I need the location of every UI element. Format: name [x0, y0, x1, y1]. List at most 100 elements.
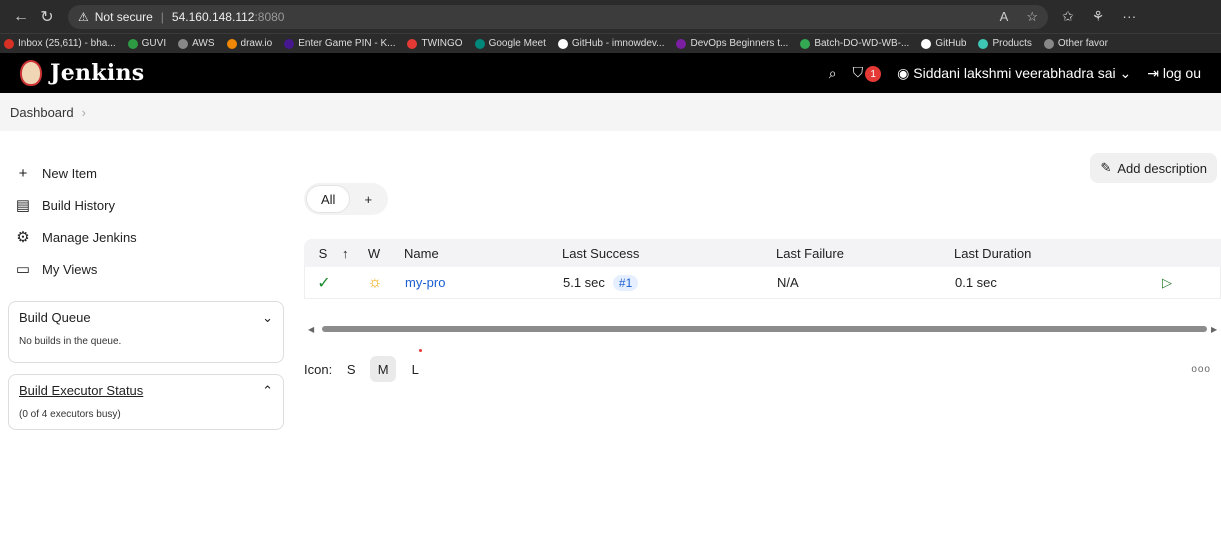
- logout-link[interactable]: ⇥ log ou: [1147, 65, 1201, 82]
- executor-panel: Build Executor Status ⌃ (0 of 4 executor…: [8, 374, 284, 430]
- security-alert[interactable]: ⛉ 1: [853, 64, 882, 83]
- app-title: Jenkins: [50, 60, 145, 86]
- icon-size-s[interactable]: S: [338, 356, 364, 382]
- build-queue-header[interactable]: Build Queue ⌄: [19, 310, 273, 326]
- col-status[interactable]: S: [304, 246, 342, 261]
- col-last-failure[interactable]: Last Failure: [776, 246, 954, 261]
- bookmark-item[interactable]: AWS: [178, 38, 215, 49]
- bookmark-item[interactable]: GitHub: [921, 38, 966, 49]
- scrollbar-thumb[interactable]: [322, 326, 1207, 332]
- jenkins-logo[interactable]: Jenkins: [20, 60, 144, 86]
- chevron-right-icon[interactable]: ›: [82, 105, 86, 120]
- bookmark-favicon-icon: [557, 38, 568, 49]
- chevron-down-icon: ⌄: [1119, 64, 1132, 81]
- view-tabs: All +: [304, 183, 389, 215]
- side-menu: + New Item ▤ Build History ⚙ Manage Jenkins ▭ M…: [12, 157, 272, 285]
- scroll-right-icon[interactable]: ▶: [1211, 325, 1221, 334]
- search-icon[interactable]: ⌕: [829, 65, 837, 82]
- horizontal-scrollbar[interactable]: ◀ ▶: [308, 325, 1221, 334]
- icon-size-m[interactable]: M: [370, 356, 397, 382]
- more-options-icon[interactable]: ooo: [1191, 364, 1211, 375]
- last-success-cell: 5.1 sec #1: [563, 275, 777, 291]
- job-name-cell: my-pro: [397, 275, 563, 290]
- plus-icon: +: [18, 164, 28, 182]
- last-duration-cell: 0.1 sec: [955, 275, 997, 290]
- sidebar-item-label: My Views: [42, 261, 98, 277]
- bookmark-item[interactable]: GUVI: [127, 38, 166, 49]
- bookmark-favicon-icon: [1043, 38, 1054, 49]
- bookmark-item[interactable]: Google Meet: [474, 38, 546, 49]
- url-port: :8080: [254, 9, 285, 24]
- sort-arrow-icon[interactable]: ↑: [342, 246, 352, 261]
- add-description-label: Add description: [1117, 160, 1207, 176]
- bookmark-label: GitHub - imnowdev...: [571, 38, 665, 49]
- more-menu-icon[interactable]: ···: [1122, 8, 1136, 25]
- bookmark-item[interactable]: TWINGO: [407, 38, 463, 49]
- job-link[interactable]: my-pro: [405, 275, 445, 290]
- bookmark-favicon-icon: [226, 38, 237, 49]
- bookmark-item[interactable]: Other favor: [1043, 38, 1108, 49]
- bookmark-label: Products: [992, 38, 1032, 49]
- bookmark-label: Enter Game PIN - K...: [298, 38, 396, 49]
- add-view-tab[interactable]: +: [350, 185, 386, 213]
- bookmark-favicon-icon: [127, 38, 138, 49]
- scroll-left-icon[interactable]: ◀: [308, 325, 318, 334]
- bookmark-item[interactable]: GitHub - imnowdev...: [557, 38, 665, 49]
- jenkins-butler-icon: [20, 60, 42, 86]
- bookmark-favicon-icon: [676, 38, 687, 49]
- sunny-weather-icon: ☼: [367, 273, 383, 291]
- sidebar-item-new-item[interactable]: + New Item: [12, 157, 272, 189]
- bookmark-item[interactable]: DevOps Beginners t...: [676, 38, 788, 49]
- user-name: Siddani lakshmi veerabhadra sai: [913, 64, 1116, 81]
- back-icon[interactable]: ←: [8, 8, 34, 26]
- table-header: S ↑ W Name Last Success Last Failure Las…: [304, 239, 1221, 267]
- notification-badge: 1: [865, 66, 882, 83]
- read-aloud-icon[interactable]: A: [1000, 9, 1009, 25]
- col-weather[interactable]: W: [352, 246, 396, 261]
- col-last-success[interactable]: Last Success: [562, 246, 776, 261]
- icon-size-l[interactable]: L: [402, 356, 428, 382]
- pencil-icon: ✎: [1100, 160, 1112, 175]
- build-queue-panel: Build Queue ⌄ No builds in the queue.: [8, 301, 284, 363]
- favorites-icon[interactable]: ✩: [1062, 8, 1074, 25]
- bookmark-item[interactable]: draw.io: [226, 38, 273, 49]
- build-number-link[interactable]: #1: [612, 275, 639, 291]
- bookmark-item[interactable]: Enter Game PIN - K...: [284, 38, 395, 49]
- bookmark-favicon-icon: [474, 38, 485, 49]
- refresh-icon[interactable]: ↻: [34, 7, 60, 27]
- bookmark-label: AWS: [192, 38, 215, 49]
- address-separator: |: [160, 9, 164, 24]
- user-menu[interactable]: ◉ Siddani lakshmi veerabhadra sai ⌄: [897, 65, 1131, 82]
- last-failure-cell: N/A: [777, 275, 799, 290]
- tab-all[interactable]: All: [306, 185, 351, 213]
- bookmark-label: TWINGO: [421, 38, 463, 49]
- sidebar-item-label: New Item: [42, 165, 97, 181]
- add-description-button[interactable]: ✎ Add description: [1090, 153, 1217, 183]
- bookmark-favicon-icon: [407, 38, 418, 49]
- main-content: + New Item ▤ Build History ⚙ Manage Jenkins ▭ M…: [0, 131, 1221, 533]
- cursor-dot: [419, 349, 422, 352]
- bookmark-label: Inbox (25,611) - bha...: [18, 38, 116, 49]
- sidebar-item-build-history[interactable]: ▤ Build History: [12, 189, 272, 221]
- executor-title[interactable]: Build Executor Status: [19, 383, 143, 399]
- favorite-star-icon[interactable]: ☆: [1026, 9, 1038, 25]
- sidebar-item-my-views[interactable]: ▭ My Views: [12, 253, 272, 285]
- bookmark-item[interactable]: Products: [978, 38, 1032, 49]
- header-actions: ⌕ ⛉ 1 ◉ Siddani lakshmi veerabhadra sai ⌄…: [829, 64, 1201, 83]
- bookmark-item[interactable]: Batch-DO-WD-WB-...: [800, 38, 909, 49]
- sidebar-item-manage-jenkins[interactable]: ⚙ Manage Jenkins: [12, 221, 272, 253]
- schedule-build-icon[interactable]: ▷: [1147, 275, 1187, 291]
- chevron-up-icon: ⌃: [262, 383, 273, 398]
- bookmark-item[interactable]: Inbox (25,611) - bha...: [4, 38, 116, 49]
- bookmark-label: draw.io: [240, 38, 273, 49]
- executor-status: (0 of 4 executors busy): [19, 409, 121, 420]
- bookmark-favicon-icon: [284, 38, 295, 49]
- extensions-icon[interactable]: ⚘: [1092, 8, 1105, 25]
- col-last-duration[interactable]: Last Duration: [954, 246, 1146, 261]
- col-name[interactable]: Name: [396, 246, 562, 261]
- breadcrumb-dashboard[interactable]: Dashboard: [10, 105, 74, 120]
- address-bar[interactable]: ⚠ Not secure | 54.160.148.112 :8080 A ☆: [68, 4, 1048, 29]
- gear-icon: ⚙: [16, 229, 30, 246]
- bookmark-favicon-icon: [921, 38, 932, 49]
- executor-header[interactable]: Build Executor Status ⌃: [19, 383, 273, 399]
